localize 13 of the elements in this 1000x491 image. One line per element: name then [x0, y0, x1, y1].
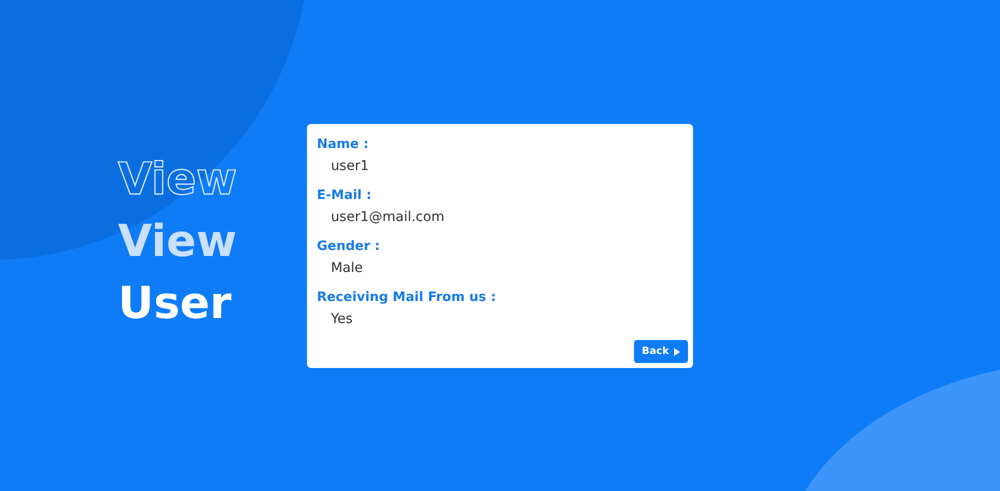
field-label: Gender : [316, 238, 381, 255]
page-heading: View [118, 153, 237, 207]
field-value: Yes [330, 310, 354, 328]
field-value: Male [330, 259, 364, 277]
field-label: Receiving Mail From us : [316, 289, 498, 306]
field-label: Name : [316, 136, 370, 153]
caret-icon [674, 348, 680, 356]
field-value: user1@mail.com [330, 208, 446, 226]
back-button[interactable]: Back [634, 340, 688, 363]
field-label: E-Mail : [316, 187, 372, 204]
page-heading: View [118, 215, 237, 269]
page-heading: User [118, 277, 232, 331]
field-value: user1 [330, 157, 370, 175]
